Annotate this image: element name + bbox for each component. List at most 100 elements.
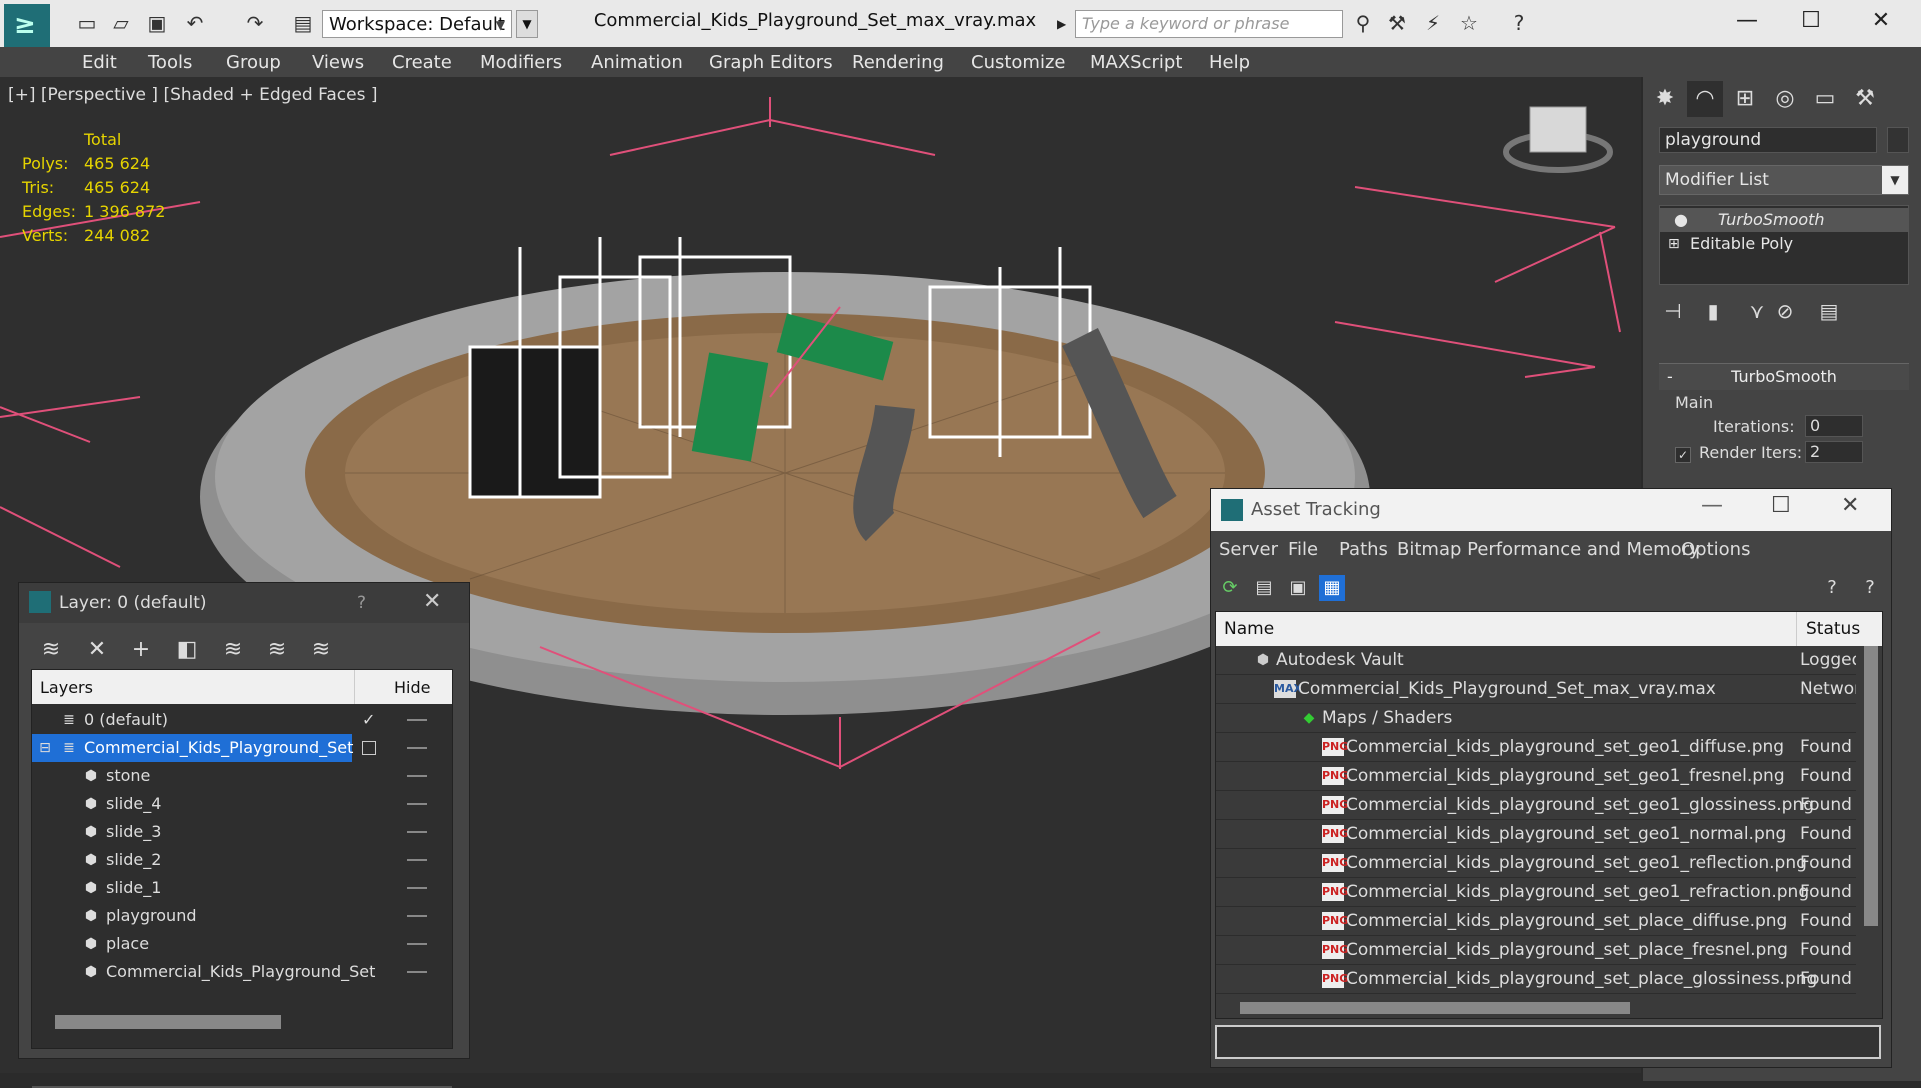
- configure-sets-icon[interactable]: ▤: [1815, 299, 1843, 327]
- asset-row[interactable]: PNG Commercial_kids_playground_set_geo1_…: [1216, 820, 1856, 849]
- object-row-playground[interactable]: ⬢ playground: [32, 902, 452, 930]
- turbosmooth-rollout-header[interactable]: - TurboSmooth: [1659, 363, 1909, 390]
- asset-menu-server[interactable]: Server: [1219, 539, 1278, 560]
- expand-plus-icon[interactable]: ⊞: [1668, 232, 1680, 256]
- add-to-layer-icon[interactable]: +: [125, 635, 157, 665]
- asset-row-max-file[interactable]: MAX Commercial_Kids_Playground_Set_max_v…: [1216, 675, 1856, 704]
- col-hide[interactable]: Hide: [394, 678, 430, 697]
- asset-menu-options[interactable]: Options: [1681, 539, 1750, 560]
- active-layer-checkbox[interactable]: [362, 741, 376, 755]
- workspace-dropdown[interactable]: Workspace: Default ▼: [322, 10, 512, 38]
- close-icon[interactable]: ✕: [1856, 6, 1906, 36]
- pin-stack-icon[interactable]: ⊣: [1659, 299, 1687, 327]
- redo-icon[interactable]: ↷: [242, 10, 268, 36]
- modifier-list-dropdown[interactable]: Modifier List ▼: [1659, 165, 1909, 195]
- asset-row[interactable]: PNG Commercial_kids_playground_set_place…: [1216, 936, 1856, 965]
- save-icon[interactable]: ▣: [144, 10, 170, 36]
- asset-menu-file[interactable]: File: [1288, 539, 1318, 560]
- object-row-slide-3[interactable]: ⬢ slide_3: [32, 818, 452, 846]
- hide-all-icon[interactable]: ≋: [261, 635, 293, 665]
- favorites-star-icon[interactable]: ☆: [1456, 10, 1482, 36]
- render-iters-spinner[interactable]: 2: [1805, 441, 1863, 463]
- asset-row-autodesk-vault[interactable]: ⬢ Autodesk Vault Logged: [1216, 646, 1856, 675]
- communication-icon[interactable]: ⚡: [1420, 10, 1446, 36]
- project-folder-icon[interactable]: ▤: [290, 10, 316, 36]
- menu-views[interactable]: Views: [312, 52, 364, 73]
- help-icon[interactable]: ?: [1506, 10, 1532, 36]
- utilities-tab-icon[interactable]: ⚒: [1847, 81, 1883, 117]
- menu-group[interactable]: Group: [226, 52, 281, 73]
- menu-create[interactable]: Create: [392, 52, 452, 73]
- asset-horizontal-scrollbar[interactable]: [1240, 1002, 1630, 1014]
- close-icon[interactable]: ✕: [1841, 493, 1859, 518]
- new-layer-icon[interactable]: ≋: [35, 635, 67, 665]
- asset-dialog-titlebar[interactable]: Asset Tracking — ☐ ✕: [1211, 489, 1891, 531]
- menu-tools[interactable]: Tools: [148, 52, 192, 73]
- modify-tab-icon[interactable]: ◠: [1687, 81, 1723, 117]
- menu-maxscript[interactable]: MAXScript: [1090, 52, 1182, 73]
- object-row-slide-1[interactable]: ⬢ slide_1: [32, 874, 452, 902]
- hide-toggle[interactable]: [407, 971, 427, 973]
- render-iters-checkbox[interactable]: ✓: [1675, 447, 1691, 463]
- hide-toggle[interactable]: [407, 943, 427, 945]
- hide-toggle[interactable]: [407, 775, 427, 777]
- asset-vertical-scrollbar[interactable]: [1864, 646, 1878, 926]
- make-unique-icon[interactable]: ⋎: [1743, 299, 1771, 327]
- asset-row[interactable]: PNG Commercial_kids_playground_set_place…: [1216, 907, 1856, 936]
- object-color-swatch[interactable]: [1887, 127, 1909, 153]
- object-row-slide-2[interactable]: ⬢ slide_2: [32, 846, 452, 874]
- stack-item-turbosmooth[interactable]: ● TurboSmooth: [1660, 208, 1908, 232]
- freeze-all-icon[interactable]: ≋: [305, 635, 337, 665]
- delete-layer-icon[interactable]: ✕: [81, 635, 113, 665]
- menu-modifiers[interactable]: Modifiers: [480, 52, 562, 73]
- stack-item-editable-poly[interactable]: ⊞ Editable Poly: [1660, 232, 1908, 256]
- asset-menu-bitmap-performance[interactable]: Bitmap Performance and Memory: [1397, 539, 1700, 560]
- asset-row[interactable]: PNG Commercial_kids_playground_set_place…: [1216, 965, 1856, 994]
- maximize-icon[interactable]: ☐: [1771, 493, 1791, 518]
- object-name-input[interactable]: playground: [1659, 127, 1877, 153]
- display-tab-icon[interactable]: ▭: [1807, 81, 1843, 117]
- col-layers[interactable]: Layers: [40, 678, 93, 697]
- hide-toggle[interactable]: [407, 719, 427, 721]
- close-icon[interactable]: ✕: [423, 589, 441, 614]
- col-status[interactable]: Status: [1806, 619, 1860, 639]
- list-view-icon[interactable]: ▤: [1251, 575, 1277, 601]
- hide-toggle[interactable]: [407, 915, 427, 917]
- object-row-slide-4[interactable]: ⬢ slide_4: [32, 790, 452, 818]
- asset-row[interactable]: PNG Commercial_kids_playground_set_geo1_…: [1216, 791, 1856, 820]
- thumbnail-view-icon[interactable]: ▣: [1285, 575, 1311, 601]
- col-name[interactable]: Name: [1224, 619, 1274, 639]
- object-row-commercial-kids-playground-set[interactable]: ⬢ Commercial_Kids_Playground_Set: [32, 958, 452, 986]
- motion-tab-icon[interactable]: ◎: [1767, 81, 1803, 117]
- asset-path-input[interactable]: [1215, 1025, 1881, 1059]
- hide-toggle[interactable]: [407, 803, 427, 805]
- create-tab-icon[interactable]: ✸: [1647, 81, 1683, 117]
- collapse-minus-icon[interactable]: ⊟: [36, 739, 54, 757]
- viewport-label[interactable]: [+] [Perspective ] [Shaded + Edged Faces…: [8, 85, 377, 105]
- app-logo-icon[interactable]: ≥: [4, 4, 50, 50]
- layer-horizontal-scrollbar[interactable]: [55, 1015, 281, 1029]
- layer-dialog-titlebar[interactable]: Layer: 0 (default) ? ✕: [19, 583, 469, 623]
- asset-row[interactable]: PNG Commercial_kids_playground_set_geo1_…: [1216, 733, 1856, 762]
- iterations-spinner[interactable]: 0: [1805, 415, 1863, 437]
- menu-animation[interactable]: Animation: [591, 52, 683, 73]
- asset-row[interactable]: PNG Commercial_kids_playground_set_geo1_…: [1216, 762, 1856, 791]
- asset-row-maps-shaders[interactable]: ◆ Maps / Shaders: [1216, 704, 1856, 733]
- undo-icon[interactable]: ↶: [182, 10, 208, 36]
- highlight-layer-icon[interactable]: ≋: [217, 635, 249, 665]
- hide-toggle[interactable]: [407, 831, 427, 833]
- menu-rendering[interactable]: Rendering: [852, 52, 944, 73]
- object-row-stone[interactable]: ⬢ stone: [32, 762, 452, 790]
- show-end-result-icon[interactable]: ▮: [1699, 299, 1727, 327]
- refresh-icon[interactable]: ⟳: [1217, 575, 1243, 601]
- hide-toggle[interactable]: [407, 747, 427, 749]
- select-objects-icon[interactable]: ◧: [171, 635, 203, 665]
- hide-toggle[interactable]: [407, 887, 427, 889]
- menu-graph-editors[interactable]: Graph Editors: [709, 52, 833, 73]
- workspace-menu-button[interactable]: ▼: [516, 10, 538, 38]
- open-folder-icon[interactable]: ▱: [108, 10, 134, 36]
- hierarchy-tab-icon[interactable]: ⊞: [1727, 81, 1763, 117]
- menu-customize[interactable]: Customize: [971, 52, 1065, 73]
- hide-toggle[interactable]: [407, 859, 427, 861]
- lightbulb-icon[interactable]: ●: [1674, 208, 1688, 232]
